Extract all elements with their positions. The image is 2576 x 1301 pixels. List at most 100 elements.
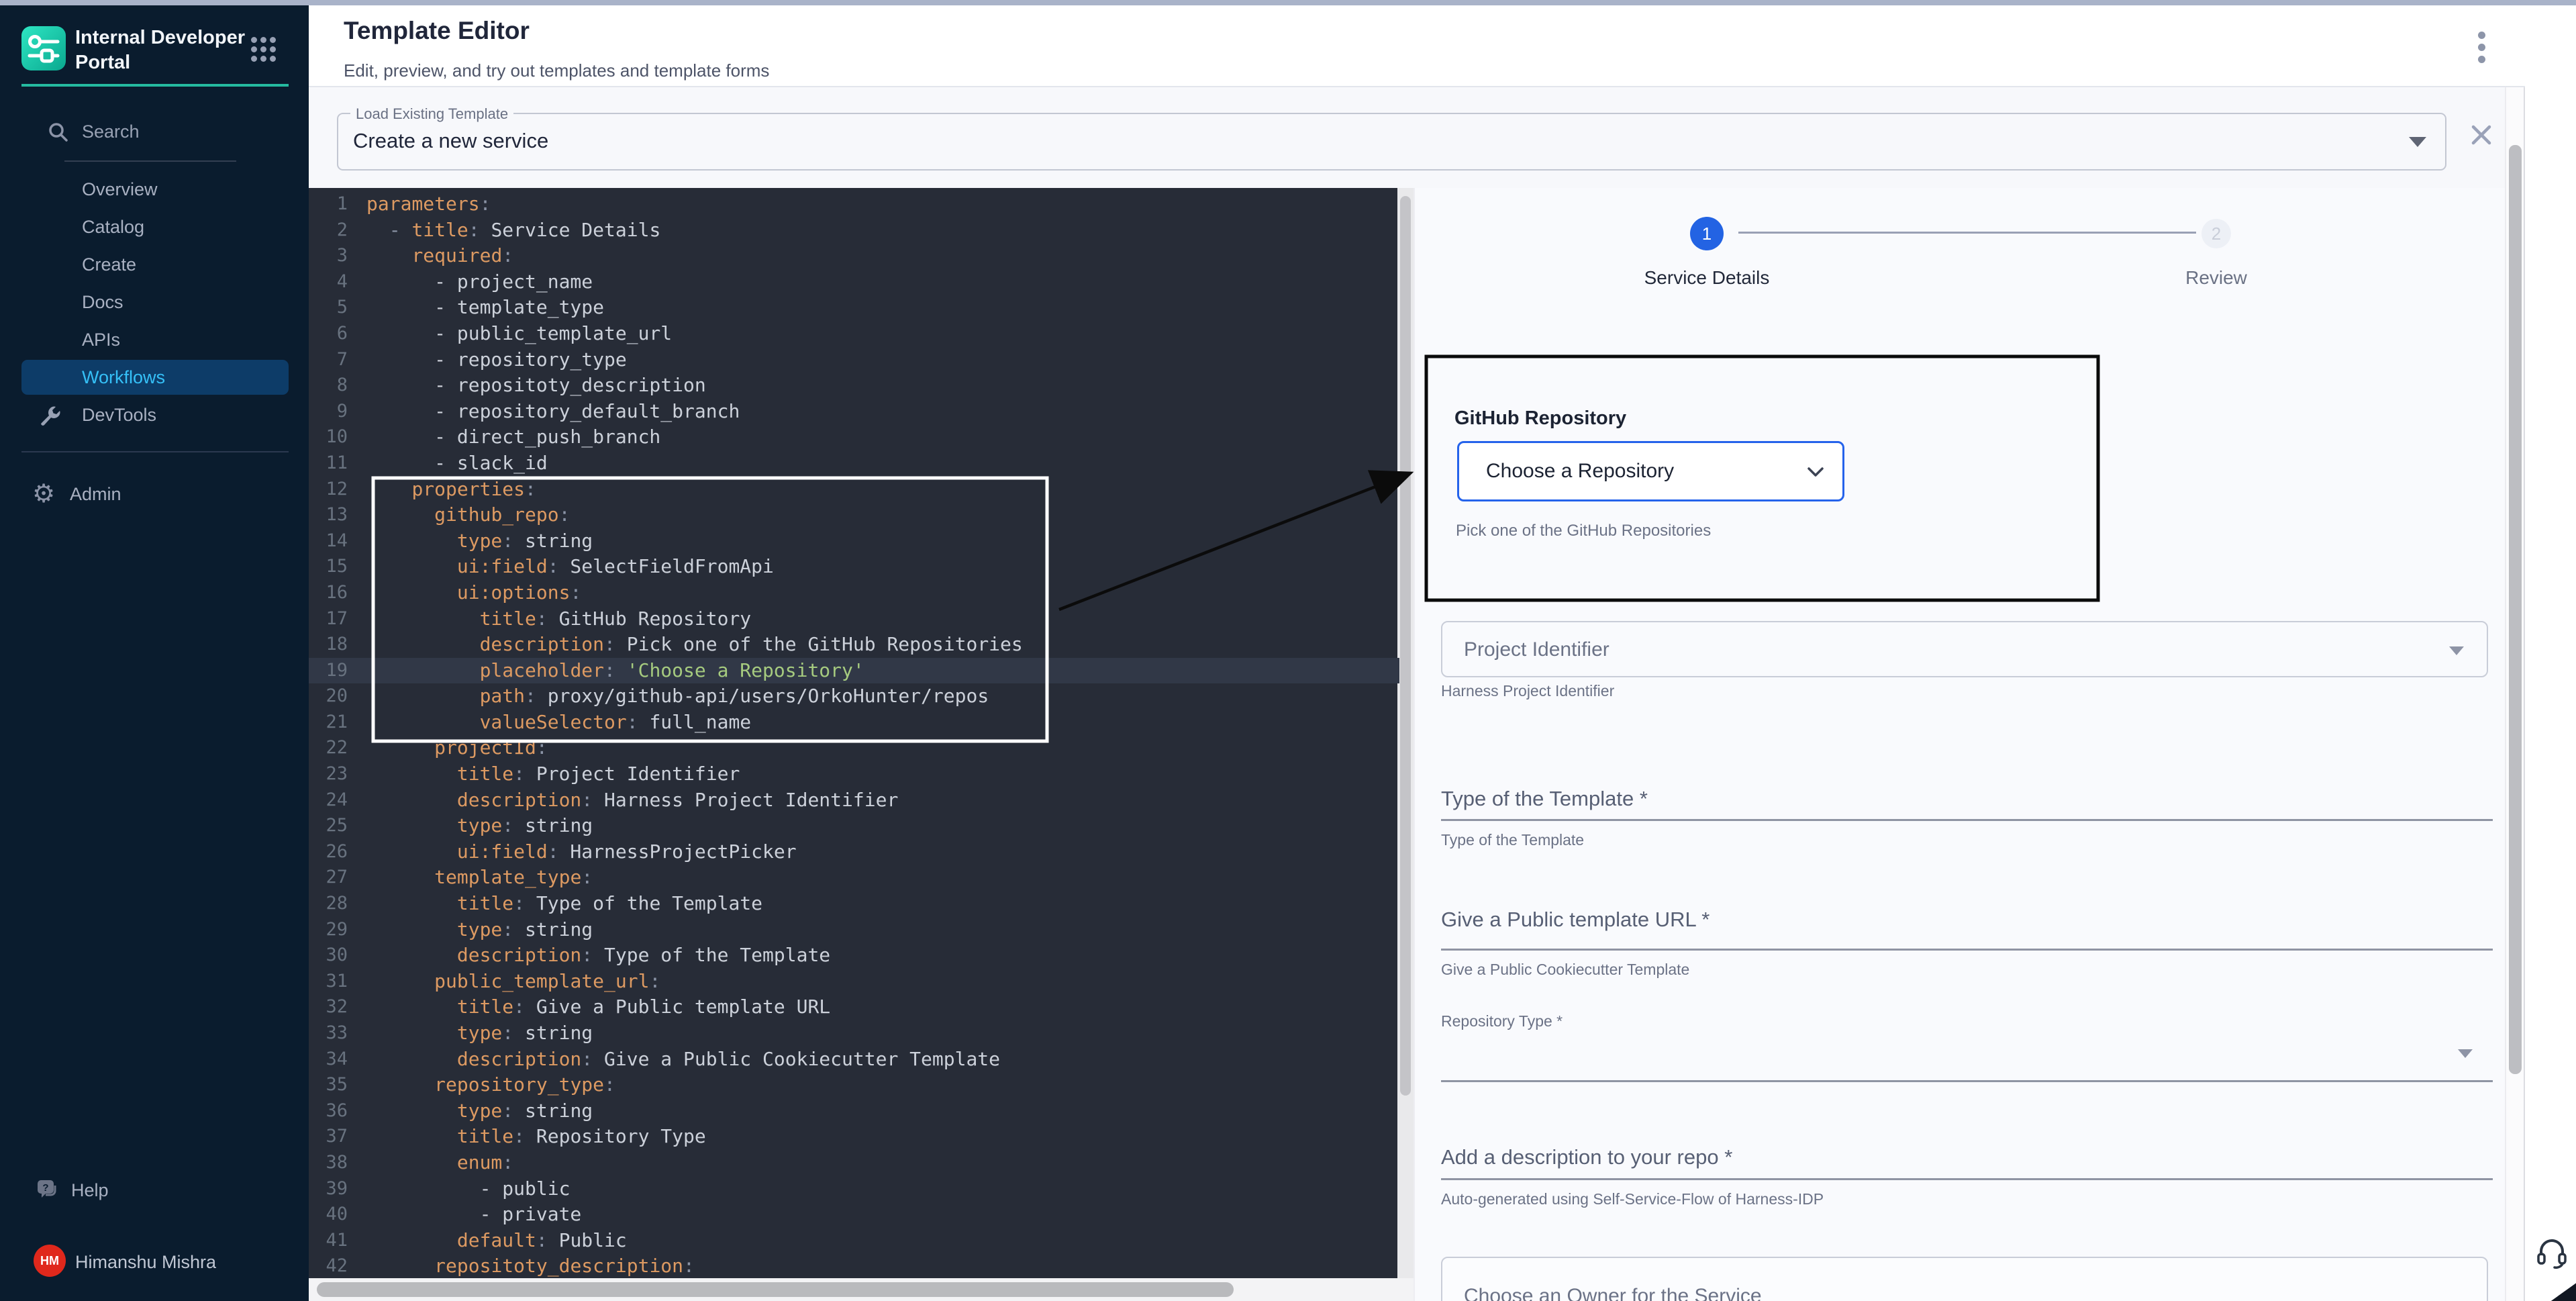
yaml-code-editor[interactable]: 1234567891011121314151617181920212223242… — [309, 188, 1414, 1301]
code-line-26: ui:field: HarnessProjectPicker — [366, 839, 1023, 865]
github-repository-label: GitHub Repository — [1454, 407, 1626, 430]
editor-vertical-scrollbar[interactable] — [1397, 188, 1414, 1278]
page-vertical-scrollbar-thumb[interactable] — [2509, 145, 2522, 1074]
code-line-27: template_type: — [366, 865, 1023, 891]
right-margin — [2525, 5, 2576, 1301]
github-repository-helper: Pick one of the GitHub Repositories — [1456, 522, 1711, 540]
code-line-8: - repositoty_description — [366, 373, 1023, 399]
clear-template-button[interactable] — [2470, 124, 2493, 146]
code-line-35: repository_type: — [366, 1072, 1023, 1098]
dropdown-arrow-icon — [2409, 137, 2426, 147]
sidebar-item-docs[interactable]: Docs — [21, 285, 289, 320]
avatar: HM — [34, 1245, 66, 1277]
code-line-31: public_template_url: — [366, 969, 1023, 995]
sidebar-item-create[interactable]: Create — [21, 247, 289, 282]
code-line-12: properties: — [366, 477, 1023, 503]
code-line-38: enum: — [366, 1150, 1023, 1176]
code-line-30: description: Type of the Template — [366, 943, 1023, 969]
github-repository-value: Choose a Repository — [1486, 460, 1674, 483]
public-url-field[interactable]: Give a Public template URL * — [1441, 908, 1710, 932]
code-line-39: - public — [366, 1176, 1023, 1202]
help-chat-icon: ? — [34, 1176, 62, 1204]
code-line-33: type: string — [366, 1020, 1023, 1047]
sidebar-item-admin[interactable]: ⚙ Admin — [21, 477, 289, 512]
code-line-7: - repository_type — [366, 347, 1023, 373]
admin-label: Admin — [70, 477, 121, 512]
gear-icon: ⚙ — [32, 476, 55, 511]
code-line-13: github_repo: — [366, 502, 1023, 528]
sidebar-item-label: APIs — [82, 330, 120, 350]
code-line-18: description: Pick one of the GitHub Repo… — [366, 632, 1023, 658]
sidebar-item-search[interactable]: Search — [21, 114, 289, 152]
template-type-field[interactable]: Type of the Template * — [1441, 787, 1648, 811]
code-line-1: parameters: — [366, 191, 1023, 218]
sidebar-item-apis[interactable]: APIs — [21, 322, 289, 357]
sidebar-item-label: Workflows — [82, 367, 165, 387]
sidebar-item-catalog[interactable]: Catalog — [21, 209, 289, 244]
code-line-11: - slack_id — [366, 450, 1023, 477]
wrench-icon — [39, 403, 63, 428]
search-icon — [47, 121, 70, 144]
support-headset-icon[interactable] — [2534, 1235, 2569, 1270]
app-grid-icon[interactable] — [251, 37, 257, 43]
code-lines: parameters: - title: Service Details req… — [366, 191, 1023, 1280]
page-title: Template Editor — [344, 17, 530, 45]
template-toolbar: Load Existing Template Create a new serv… — [309, 87, 2525, 188]
sidebar-item-devtools[interactable]: DevTools — [21, 397, 289, 432]
project-identifier-helper: Harness Project Identifier — [1441, 682, 1614, 700]
chevron-down-icon — [1805, 463, 1826, 481]
stepper-step-1[interactable]: 1 — [1690, 217, 1724, 250]
sidebar-item-help[interactable]: ? Help — [21, 1173, 289, 1208]
sidebar-item-workflows[interactable]: Workflows — [21, 360, 289, 395]
repository-type-underline — [1441, 1080, 2493, 1082]
sidebar-item-label: DevTools — [82, 405, 156, 425]
sidebar-item-overview[interactable]: Overview — [21, 172, 289, 207]
code-line-19: placeholder: 'Choose a Repository' — [366, 658, 1023, 684]
code-line-15: ui:field: SelectFieldFromApi — [366, 554, 1023, 580]
load-template-select[interactable]: Load Existing Template Create a new serv… — [337, 113, 2446, 171]
user-name: Himanshu Mishra — [75, 1252, 216, 1273]
code-line-22: projectId: — [366, 735, 1023, 761]
page-vertical-scrollbar[interactable] — [2505, 87, 2525, 1301]
project-identifier-placeholder: Project Identifier — [1464, 638, 1609, 661]
template-editor-page: Internal Developer Portal Search Overvie… — [0, 0, 2576, 1301]
public-url-helper: Give a Public Cookiecutter Template — [1441, 961, 1689, 979]
code-line-14: type: string — [366, 528, 1023, 555]
template-type-underline — [1441, 819, 2493, 821]
code-line-40: - private — [366, 1202, 1023, 1228]
code-line-34: description: Give a Public Cookiecutter … — [366, 1047, 1023, 1073]
user-menu[interactable]: HM Himanshu Mishra — [21, 1245, 303, 1282]
stepper-step-2[interactable]: 2 — [2201, 219, 2231, 248]
code-line-25: type: string — [366, 813, 1023, 839]
repo-description-helper: Auto-generated using Self-Service-Flow o… — [1441, 1190, 1824, 1208]
repo-description-underline — [1441, 1178, 2493, 1180]
page-subtitle: Edit, preview, and try out templates and… — [344, 60, 769, 81]
code-line-42: repositoty_description: — [366, 1253, 1023, 1280]
code-line-32: title: Give a Public template URL — [366, 994, 1023, 1020]
project-identifier-select[interactable]: Project Identifier — [1441, 621, 2488, 677]
sidebar-item-label: Overview — [82, 179, 158, 199]
load-template-value: Create a new service — [353, 129, 548, 153]
page-header: Template Editor Edit, preview, and try o… — [309, 5, 2525, 87]
search-label: Search — [82, 122, 140, 142]
code-line-3: required: — [366, 243, 1023, 269]
code-line-21: valueSelector: full_name — [366, 710, 1023, 736]
owner-select[interactable]: Choose an Owner for the Service — [1441, 1257, 2488, 1301]
sidebar-item-label: Docs — [82, 292, 123, 312]
editor-horizontal-scrollbar[interactable] — [309, 1278, 1414, 1301]
kebab-menu-icon[interactable] — [2478, 32, 2485, 39]
code-line-20: path: proxy/github-api/users/OrkoHunter/… — [366, 683, 1023, 710]
github-repository-select[interactable]: Choose a Repository — [1457, 441, 1844, 501]
code-line-41: default: Public — [366, 1228, 1023, 1254]
code-line-28: title: Type of the Template — [366, 891, 1023, 917]
dropdown-arrow-icon[interactable] — [2458, 1049, 2473, 1058]
sidebar: Internal Developer Portal Search Overvie… — [0, 5, 309, 1301]
editor-vertical-scrollbar-thumb[interactable] — [1400, 196, 1411, 1096]
help-label: Help — [71, 1180, 109, 1201]
harness-idp-logo-icon[interactable] — [21, 26, 66, 70]
editor-horizontal-scrollbar-thumb[interactable] — [317, 1282, 1234, 1297]
search-divider — [64, 160, 236, 162]
stepper-connector — [1738, 232, 2196, 234]
repo-description-field[interactable]: Add a description to your repo * — [1441, 1145, 1732, 1169]
code-line-17: title: GitHub Repository — [366, 606, 1023, 632]
